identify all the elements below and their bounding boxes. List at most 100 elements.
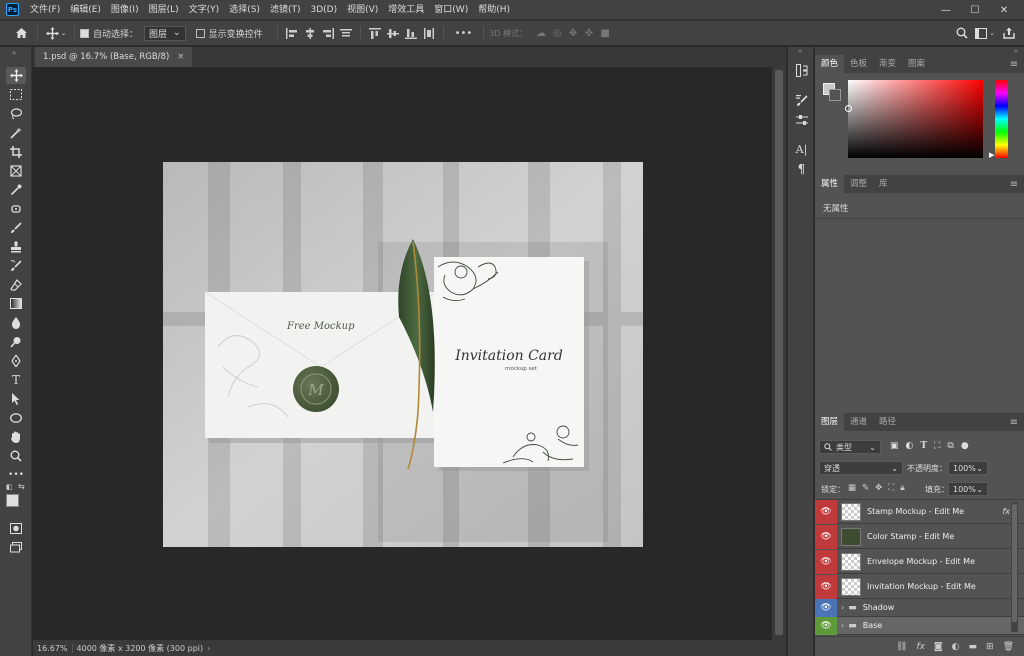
- brush-tool-icon[interactable]: [6, 219, 26, 236]
- new-adjustment-icon[interactable]: ◐: [952, 642, 960, 652]
- workspace-icon[interactable]: ⌄: [972, 27, 998, 39]
- blur-tool-icon[interactable]: [6, 314, 26, 331]
- paragraph-panel-icon[interactable]: ¶: [794, 161, 809, 176]
- panel-menu-icon[interactable]: ≡: [1010, 417, 1018, 428]
- hue-slider[interactable]: [995, 80, 1008, 158]
- type-filter-icon[interactable]: T: [920, 441, 927, 451]
- pen-tool-icon[interactable]: [6, 352, 26, 369]
- stamp-tool-icon[interactable]: [6, 238, 26, 255]
- tab-color[interactable]: 颜色: [815, 55, 845, 73]
- gradient-tool-icon[interactable]: [6, 295, 26, 312]
- menu-view[interactable]: 视图(V): [342, 0, 383, 20]
- photoshop-logo[interactable]: Ps: [6, 3, 19, 16]
- auto-select-dropdown[interactable]: 图层 ⌄: [144, 25, 186, 41]
- frame-tool-icon[interactable]: [6, 162, 26, 179]
- foreground-color-swatch[interactable]: [6, 494, 19, 507]
- group-row-selected[interactable]: 👁︎ › ▬ Base: [815, 616, 1024, 635]
- visibility-eye-icon[interactable]: 👁︎: [815, 549, 837, 574]
- shape-filter-icon[interactable]: ⛶: [934, 441, 940, 451]
- add-style-icon[interactable]: fx: [916, 642, 925, 652]
- layer-name[interactable]: Envelope Mockup - Edit Me: [867, 557, 975, 566]
- align-center-h-icon[interactable]: [303, 27, 317, 39]
- crop-tool-icon[interactable]: [6, 143, 26, 160]
- layer-name[interactable]: Stamp Mockup - Edit Me: [867, 507, 964, 516]
- magic-wand-tool-icon[interactable]: [6, 124, 26, 141]
- lock-artboard-icon[interactable]: ⛶: [888, 483, 894, 493]
- tab-libraries[interactable]: 库: [873, 175, 894, 193]
- tab-paths[interactable]: 路径: [873, 413, 902, 431]
- visibility-eye-icon[interactable]: 👁︎: [815, 574, 837, 599]
- visibility-eye-icon[interactable]: 👁︎: [815, 616, 837, 635]
- tab-swatches[interactable]: 色板: [844, 55, 873, 73]
- align-left-icon[interactable]: [285, 27, 299, 39]
- move-tool-preset-icon[interactable]: ⌄: [43, 26, 69, 40]
- menu-3d[interactable]: 3D(D): [305, 0, 342, 20]
- canvas-vertical-scrollbar[interactable]: [772, 67, 786, 640]
- default-colors-icon[interactable]: ◧: [6, 483, 13, 491]
- menu-help[interactable]: 帮助(H): [473, 0, 515, 20]
- adjustment-filter-icon[interactable]: ◐: [906, 441, 914, 451]
- zoom-level[interactable]: 16.67%: [33, 643, 73, 653]
- eraser-tool-icon[interactable]: [6, 276, 26, 293]
- color-field[interactable]: [845, 80, 983, 158]
- scrollbar-thumb[interactable]: [1012, 504, 1017, 622]
- history-brush-tool-icon[interactable]: [6, 257, 26, 274]
- group-name[interactable]: Shadow: [863, 603, 895, 612]
- opacity-field[interactable]: 100% ⌄: [948, 461, 988, 475]
- panel-menu-icon[interactable]: ≡: [1010, 179, 1018, 190]
- menu-file[interactable]: 文件(F): [25, 0, 65, 20]
- canvas-area[interactable]: Free Mockup M Invitation Card mockup set: [33, 67, 772, 640]
- type-tool-icon[interactable]: T: [6, 371, 26, 388]
- visibility-eye-icon[interactable]: 👁︎: [815, 499, 837, 524]
- document-canvas[interactable]: Free Mockup M Invitation Card mockup set: [33, 67, 772, 640]
- layer-row[interactable]: 👁︎ Stamp Mockup - Edit Me fx: [815, 499, 1024, 524]
- visibility-eye-icon[interactable]: 👁︎: [815, 524, 837, 549]
- brush-settings-icon[interactable]: [794, 93, 809, 108]
- tab-patterns[interactable]: 图案: [902, 55, 931, 73]
- screen-mode-icon[interactable]: [6, 539, 26, 556]
- close-button[interactable]: ✕: [990, 0, 1018, 20]
- more-options-button[interactable]: •••: [455, 28, 473, 39]
- tab-adjustments[interactable]: 调整: [844, 175, 873, 193]
- path-selection-tool-icon[interactable]: [6, 390, 26, 407]
- layer-filter-dropdown[interactable]: 类型 ⌄: [819, 440, 881, 454]
- lock-transparent-icon[interactable]: ▦: [848, 483, 856, 493]
- new-layer-icon[interactable]: ⊞: [986, 642, 994, 652]
- collapse-icon[interactable]: »: [12, 49, 16, 57]
- quick-mask-icon[interactable]: [6, 520, 26, 537]
- hue-slider-pointer[interactable]: ▶: [989, 151, 994, 159]
- menu-window[interactable]: 窗口(W): [429, 0, 473, 20]
- ellipse-tool-icon[interactable]: [6, 409, 26, 426]
- align-top-icon[interactable]: [339, 27, 353, 39]
- link-layers-icon[interactable]: ⛓︎: [896, 642, 907, 652]
- tab-properties[interactable]: 属性: [815, 175, 845, 193]
- lock-position-icon[interactable]: ✥: [875, 483, 882, 493]
- collapse-icon[interactable]: «: [798, 47, 802, 55]
- maximize-button[interactable]: ☐: [961, 0, 989, 20]
- dodge-tool-icon[interactable]: [6, 333, 26, 350]
- menu-layer[interactable]: 图层(L): [144, 0, 184, 20]
- minimize-button[interactable]: —: [932, 0, 960, 20]
- menu-image[interactable]: 图像(I): [106, 0, 144, 20]
- layer-row[interactable]: 👁︎ Invitation Mockup - Edit Me: [815, 574, 1024, 599]
- healing-brush-tool-icon[interactable]: [6, 200, 26, 217]
- menu-plugins[interactable]: 增效工具: [383, 0, 429, 20]
- history-panel-icon[interactable]: [794, 63, 809, 78]
- swap-colors-icon[interactable]: ⇆: [18, 482, 25, 491]
- search-icon[interactable]: [952, 27, 972, 39]
- move-tool-icon[interactable]: [6, 67, 26, 84]
- layer-row[interactable]: 👁︎ Color Stamp - Edit Me: [815, 524, 1024, 549]
- chevron-right-icon[interactable]: ›: [841, 603, 844, 612]
- layer-name[interactable]: Color Stamp - Edit Me: [867, 532, 954, 541]
- color-picker-cursor[interactable]: [845, 105, 852, 112]
- share-icon[interactable]: [998, 27, 1020, 39]
- tab-gradients[interactable]: 渐变: [873, 55, 902, 73]
- eyedropper-tool-icon[interactable]: [6, 181, 26, 198]
- menu-edit[interactable]: 编辑(E): [65, 0, 106, 20]
- close-icon[interactable]: ×: [177, 52, 184, 62]
- zoom-tool-icon[interactable]: [6, 447, 26, 464]
- lock-all-icon[interactable]: 🔒︎: [900, 483, 905, 493]
- panel-menu-icon[interactable]: ≡: [1010, 59, 1018, 70]
- fill-field[interactable]: 100% ⌄: [948, 482, 988, 496]
- home-icon[interactable]: [10, 27, 32, 39]
